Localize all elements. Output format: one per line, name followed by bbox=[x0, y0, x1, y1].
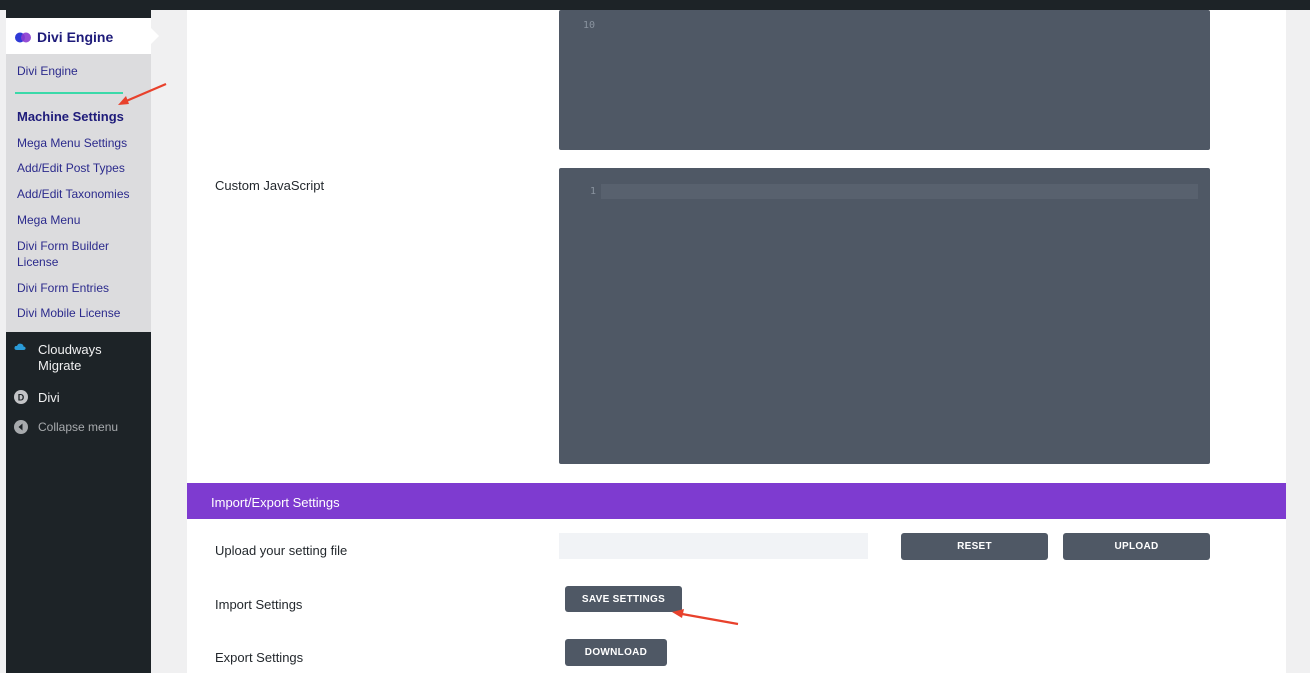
reset-button[interactable]: RESET bbox=[901, 533, 1048, 560]
download-button[interactable]: DOWNLOAD bbox=[565, 639, 667, 666]
submenu-divider bbox=[15, 92, 123, 94]
divi-engine-logo-icon bbox=[15, 32, 31, 43]
submenu-machine-settings[interactable]: Machine Settings bbox=[17, 109, 124, 124]
active-line-highlight bbox=[601, 184, 1198, 199]
top-admin-bar bbox=[0, 0, 1310, 10]
line-number: 10 bbox=[583, 20, 596, 31]
menu-label-collapse: Collapse menu bbox=[38, 420, 119, 434]
submenu-divi-form-builder-license[interactable]: Divi Form Builder License bbox=[17, 238, 127, 270]
setting-file-input[interactable] bbox=[559, 533, 868, 559]
import-export-header: Import/Export Settings bbox=[187, 483, 1286, 519]
submenu-mega-menu[interactable]: Mega Menu bbox=[17, 213, 80, 227]
line-number: 1 bbox=[590, 186, 597, 197]
admin-sidebar: Divi Engine Divi Engine Machine Settings… bbox=[6, 10, 159, 673]
export-settings-label: Export Settings bbox=[215, 650, 304, 665]
main-content: 10 Custom JavaScript 1 Import/Export Set… bbox=[187, 10, 1286, 673]
menu-head-divi-engine[interactable]: Divi Engine bbox=[6, 18, 159, 54]
svg-text:D: D bbox=[18, 393, 25, 403]
collapse-icon bbox=[14, 420, 28, 434]
submenu-add-edit-taxonomies[interactable]: Add/Edit Taxonomies bbox=[17, 187, 130, 201]
top-code-editor[interactable]: 10 bbox=[559, 10, 1210, 150]
import-settings-label: Import Settings bbox=[215, 597, 303, 612]
submenu-add-edit-post-types[interactable]: Add/Edit Post Types bbox=[17, 161, 125, 175]
submenu-divi-mobile-license[interactable]: Divi Mobile License bbox=[17, 306, 120, 320]
menu-label-divi: Divi bbox=[38, 390, 60, 405]
upload-file-label: Upload your setting file bbox=[215, 543, 348, 558]
section-title: Import/Export Settings bbox=[211, 495, 340, 510]
cloud-icon bbox=[14, 343, 26, 350]
custom-javascript-label: Custom JavaScript bbox=[215, 178, 325, 193]
save-settings-button[interactable]: SAVE SETTINGS bbox=[565, 586, 682, 612]
upload-button[interactable]: UPLOAD bbox=[1063, 533, 1210, 560]
submenu-divi-form-entries[interactable]: Divi Form Entries bbox=[17, 281, 109, 295]
brand-title: Divi Engine bbox=[37, 29, 114, 45]
divi-icon: D bbox=[14, 390, 28, 404]
submenu-mega-menu-settings[interactable]: Mega Menu Settings bbox=[17, 136, 127, 150]
menu-label-cloudways-migrate: Cloudways Migrate bbox=[38, 342, 102, 373]
custom-javascript-editor[interactable]: 1 bbox=[559, 168, 1210, 464]
submenu-divi-engine[interactable]: Divi Engine bbox=[17, 64, 78, 78]
